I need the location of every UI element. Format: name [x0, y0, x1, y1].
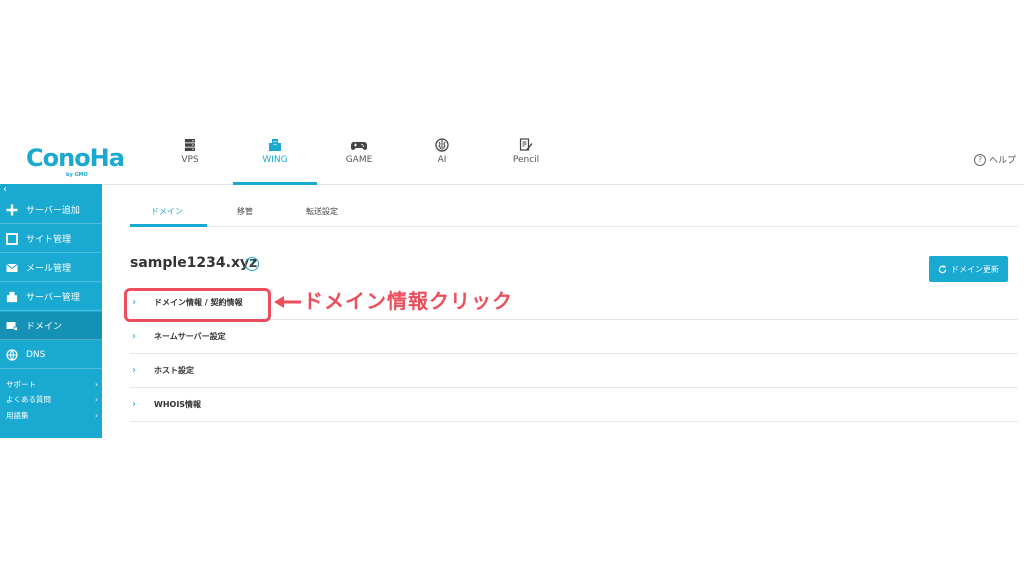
chevron-right-icon: ›: [132, 365, 136, 376]
pencil-doc-icon: [519, 138, 533, 151]
chevron-right-icon: ›: [132, 399, 136, 410]
sidebar-item-server-management[interactable]: サーバー管理: [0, 283, 102, 311]
sidebar-item-label: サーバー管理: [26, 293, 80, 303]
chevron-right-icon: ›: [95, 394, 98, 404]
sidebar-item-add-server[interactable]: サーバー追加: [0, 196, 102, 224]
sidebar-link-label: 用語集: [6, 410, 29, 420]
sidebar-item-label: DNS: [26, 349, 46, 360]
sidebar-item-domain[interactable]: ドメイン: [0, 312, 102, 340]
nav-wing-label: WING: [262, 155, 288, 165]
annotation-highlight-box: [124, 288, 271, 322]
tab-forwarding[interactable]: 転送設定: [306, 206, 338, 217]
accordion-nameserver[interactable]: › ネームサーバー設定: [130, 320, 1018, 354]
help-link[interactable]: ? ヘルプ: [973, 153, 1016, 166]
gamepad-icon: [351, 142, 367, 150]
sidebar-link-label: よくある質問: [6, 394, 51, 404]
nav-ai-label: AI: [437, 155, 447, 165]
server-icon: [185, 139, 195, 151]
conoha-logo[interactable]: ConoHa by GMO: [26, 142, 125, 178]
question-icon: ?: [973, 153, 986, 166]
nav-ai[interactable]: AI: [400, 136, 484, 182]
sidebar-item-site-management[interactable]: サイト管理: [0, 225, 102, 253]
sidebar-item-label: ドメイン: [26, 322, 63, 332]
logo-sub: by GMO: [66, 172, 88, 178]
accordion-label: WHOIS情報: [154, 400, 202, 409]
sidebar-item-label: メール管理: [26, 264, 72, 274]
accordion-whois[interactable]: › WHOIS情報: [130, 388, 1018, 422]
mail-icon: [6, 263, 18, 272]
sidebar: ‹ サーバー追加 サイト管理 メール管理 サーバー管理 ドメイン DNS サポー…: [0, 184, 102, 438]
nav-game-label: GAME: [345, 155, 373, 165]
help-icon[interactable]: ?: [245, 257, 259, 271]
active-tab-indicator: [130, 224, 207, 227]
sidebar-link-support[interactable]: サポート ›: [6, 377, 98, 391]
refresh-icon: [938, 264, 947, 273]
sidebar-item-mail-management[interactable]: メール管理: [0, 254, 102, 282]
sidebar-link-label: サポート: [6, 379, 36, 389]
tab-domain[interactable]: ドメイン: [151, 206, 183, 217]
help-label: ヘルプ: [988, 156, 1016, 166]
domain-tabs: ドメイン 移管 転送設定: [130, 200, 1018, 227]
nav-pencil[interactable]: Pencil: [484, 136, 568, 182]
page-title: sample1234.xyz: [130, 255, 258, 271]
chevron-right-icon: ›: [95, 410, 98, 420]
chevron-right-icon: ›: [95, 379, 98, 389]
building-icon: [269, 139, 281, 151]
nav-wing[interactable]: WING: [233, 136, 317, 185]
domain-icon: [6, 321, 18, 331]
nav-pencil-label: Pencil: [512, 155, 540, 165]
top-header: ConoHa by GMO VPS WING GAME AI Pencil ? …: [0, 132, 1024, 185]
square-icon: [6, 232, 18, 245]
renew-domain-button[interactable]: ドメイン更新: [929, 256, 1008, 282]
nav-vps-label: VPS: [181, 155, 199, 165]
sidebar-item-label: サイト管理: [26, 235, 72, 245]
logo-text: ConoHa: [26, 144, 125, 172]
annotation-arrow-icon: [274, 296, 301, 308]
sidebar-link-faq[interactable]: よくある質問 ›: [6, 392, 98, 406]
collapse-sidebar-button[interactable]: ‹: [3, 184, 7, 196]
chevron-right-icon: ›: [132, 331, 136, 342]
accordion-label: ホスト設定: [154, 366, 194, 375]
building-icon: [6, 291, 18, 302]
sidebar-item-dns[interactable]: DNS: [0, 341, 102, 369]
sidebar-item-label: サーバー追加: [26, 206, 80, 216]
annotation-text: ドメイン情報クリック: [303, 289, 513, 313]
brain-icon: [435, 138, 449, 152]
globe-icon: [6, 348, 18, 361]
plus-icon: [6, 204, 18, 215]
sidebar-link-glossary[interactable]: 用語集 ›: [6, 408, 98, 422]
nav-game[interactable]: GAME: [317, 136, 401, 182]
tab-transfer[interactable]: 移管: [237, 206, 253, 217]
accordion-host[interactable]: › ホスト設定: [130, 354, 1018, 388]
nav-vps[interactable]: VPS: [148, 136, 232, 182]
renew-domain-label: ドメイン更新: [951, 264, 999, 274]
accordion-label: ネームサーバー設定: [154, 332, 226, 341]
